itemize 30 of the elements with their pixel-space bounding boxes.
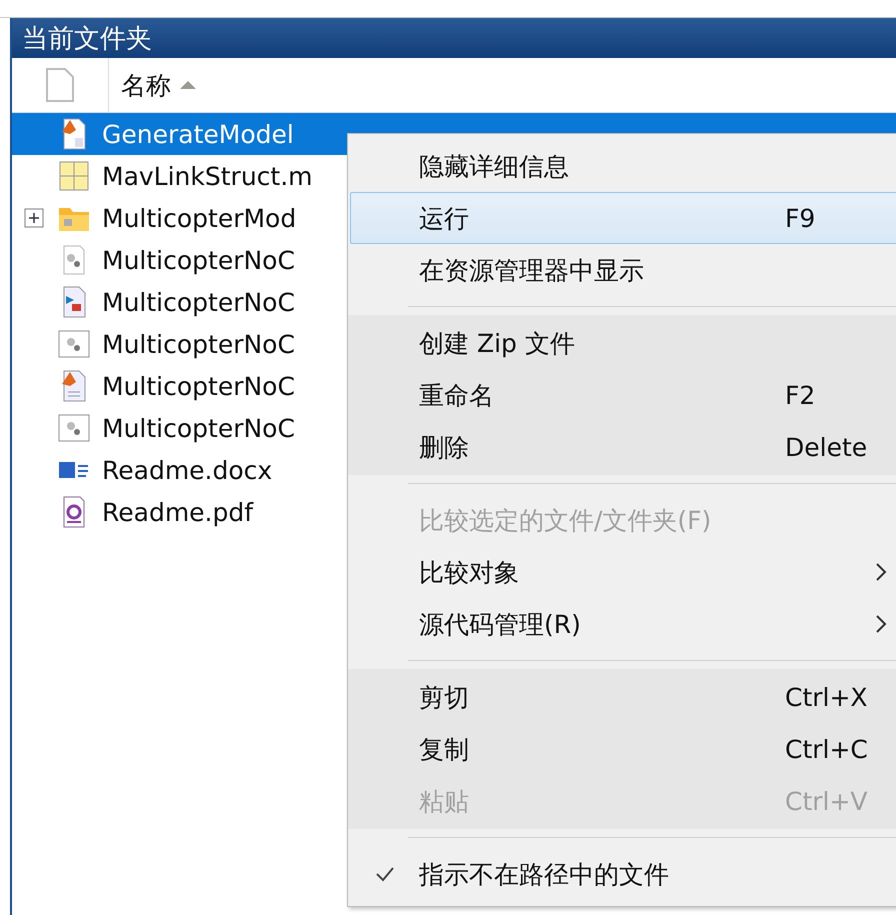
- menu-label: 比较选定的文件/文件夹(F): [419, 504, 712, 536]
- file-name: MulticopterNoC: [102, 372, 295, 400]
- panel-title: 当前文件夹: [12, 18, 896, 58]
- menu-label: 创建 Zip 文件: [419, 328, 576, 360]
- menu-label: 比较对象: [419, 556, 520, 588]
- menu-label: 在资源管理器中显示: [419, 254, 645, 286]
- shortcut-label: Ctrl+X: [785, 682, 868, 712]
- shortcut-label: Ctrl+C: [785, 734, 868, 764]
- menu-label: 删除: [419, 432, 470, 464]
- file-name: MulticopterNoC: [102, 330, 295, 358]
- file-name: MulticopterNoC: [102, 246, 295, 274]
- file-name: MulticopterMod: [102, 204, 296, 232]
- shortcut-label: F2: [785, 380, 816, 410]
- menu-label: 粘贴: [419, 786, 470, 818]
- shortcut-label: F9: [785, 204, 816, 232]
- menu-label: 剪切: [419, 682, 470, 714]
- file-name: GenerateModel: [102, 120, 294, 148]
- menu-label: 源代码管理(R): [419, 608, 582, 640]
- shortcut-label: Delete: [785, 432, 868, 462]
- shortcut-label: Ctrl+V: [785, 786, 868, 816]
- menu-label: 复制: [419, 734, 470, 766]
- file-name: MavLinkStruct.m: [102, 162, 313, 190]
- file-name: MulticopterNoC: [102, 288, 295, 316]
- menu-label: 隐藏详细信息: [419, 150, 570, 182]
- file-name: Readme.docx: [102, 456, 272, 484]
- menu-label: 指示不在路径中的文件: [419, 858, 670, 890]
- menu-label: 重命名: [419, 380, 495, 412]
- menu-label: 运行: [419, 202, 470, 234]
- file-name: MulticopterNoC: [102, 414, 295, 442]
- file-name: Readme.pdf: [102, 498, 254, 526]
